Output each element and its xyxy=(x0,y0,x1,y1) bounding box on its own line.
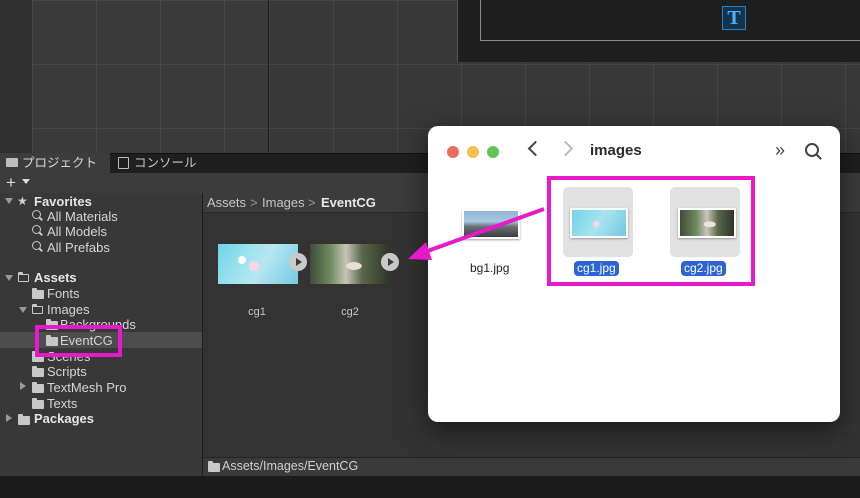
drag-arrow-icon xyxy=(408,207,545,260)
asset-path: Assets/Images/EventCG xyxy=(222,459,359,473)
breadcrumb-separator: > xyxy=(308,195,316,210)
folder-icon xyxy=(32,366,44,377)
folder-icon xyxy=(32,398,44,409)
tree-item-all-models[interactable]: All Models xyxy=(47,224,107,239)
breadcrumb-images[interactable]: Images xyxy=(262,195,305,210)
expand-arrow-icon[interactable] xyxy=(6,414,12,422)
search-icon[interactable] xyxy=(805,143,819,157)
tree-item-favorites[interactable]: Favorites xyxy=(34,194,92,209)
tab-project-label: プロジェクト xyxy=(22,156,98,170)
add-button[interactable]: + xyxy=(6,174,16,192)
text-object-icon[interactable]: T xyxy=(722,6,746,30)
search-icon xyxy=(32,241,41,250)
star-icon: ★ xyxy=(17,194,28,208)
close-window-button[interactable] xyxy=(447,146,459,158)
folder-icon xyxy=(6,158,18,167)
canvas-frame xyxy=(480,0,860,41)
finder-title: images xyxy=(590,142,642,159)
breadcrumb-assets[interactable]: Assets xyxy=(207,195,246,210)
folder-icon xyxy=(32,288,44,299)
tree-item-texts[interactable]: Texts xyxy=(47,396,77,411)
zoom-window-button[interactable] xyxy=(487,146,499,158)
expand-arrow-icon[interactable] xyxy=(19,307,27,313)
tree-item-fonts[interactable]: Fonts xyxy=(47,286,80,301)
asset-label-cg2: cg2 xyxy=(341,306,359,318)
tree-item-images[interactable]: Images xyxy=(47,302,90,317)
folder-icon xyxy=(32,382,44,393)
breadcrumb-eventcg[interactable]: EventCG xyxy=(321,195,376,210)
play-icon[interactable] xyxy=(381,253,399,271)
expand-arrow-icon[interactable] xyxy=(5,198,13,204)
scene-left-panel xyxy=(0,0,32,153)
play-icon[interactable] xyxy=(289,253,307,271)
more-toolbar-icon[interactable]: » xyxy=(775,140,785,161)
search-icon xyxy=(32,225,41,234)
highlight-box-selected-files xyxy=(547,176,755,286)
tab-project[interactable]: プロジェクト xyxy=(0,153,110,173)
folder-open-icon xyxy=(31,303,43,314)
highlight-box-eventcg xyxy=(35,325,122,357)
tree-item-all-prefabs[interactable]: All Prefabs xyxy=(47,240,110,255)
search-icon xyxy=(32,210,41,219)
console-icon xyxy=(118,157,129,169)
tree-item-assets[interactable]: Assets xyxy=(34,270,77,285)
minimize-window-button[interactable] xyxy=(467,146,479,158)
chevron-down-icon[interactable] xyxy=(22,179,30,184)
folder-icon xyxy=(208,461,220,472)
expand-arrow-icon[interactable] xyxy=(20,382,26,390)
tab-console-label: コンソール xyxy=(134,156,197,170)
folder-icon xyxy=(18,414,30,425)
asset-thumbnail-cg1[interactable] xyxy=(218,244,298,284)
status-strip xyxy=(0,476,860,498)
tree-item-all-materials[interactable]: All Materials xyxy=(47,209,118,224)
asset-label-cg1: cg1 xyxy=(248,306,266,318)
expand-arrow-icon[interactable] xyxy=(5,275,13,281)
tree-item-scripts[interactable]: Scripts xyxy=(47,364,87,379)
asset-thumbnail-cg2[interactable] xyxy=(310,244,390,284)
scene-view[interactable] xyxy=(32,0,268,153)
breadcrumb-separator: > xyxy=(250,195,258,210)
tree-item-textmesh-pro[interactable]: TextMesh Pro xyxy=(47,380,126,395)
folder-open-icon xyxy=(17,271,29,282)
tree-item-packages[interactable]: Packages xyxy=(34,411,94,426)
tab-console[interactable]: コンソール xyxy=(112,153,212,173)
